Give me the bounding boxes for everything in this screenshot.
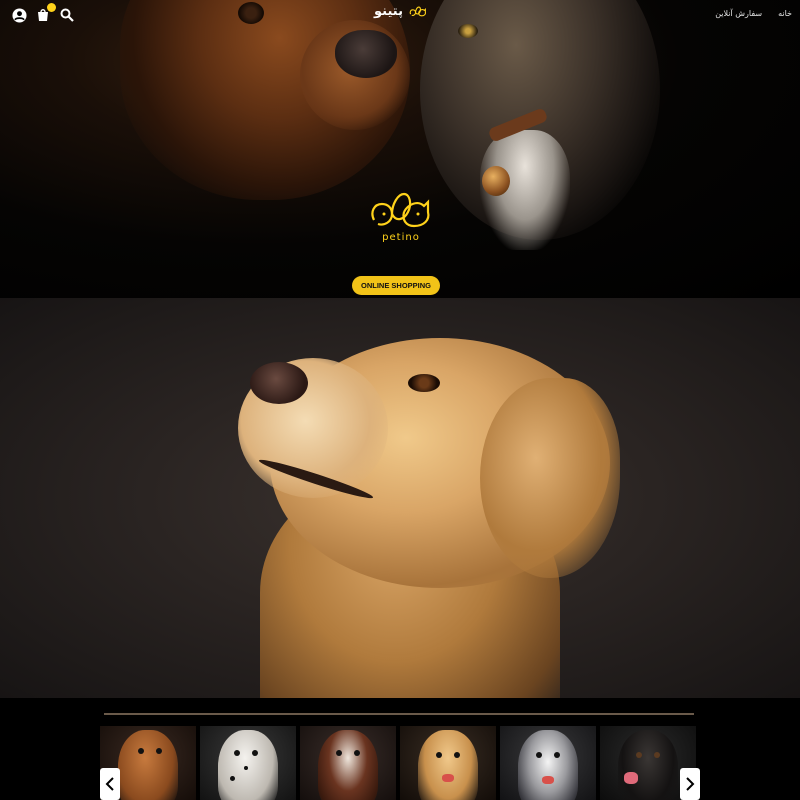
husky-photo bbox=[518, 730, 578, 800]
carousel-item[interactable] bbox=[300, 726, 396, 800]
spaniel-photo bbox=[318, 730, 378, 800]
carousel-dog-eye bbox=[554, 752, 560, 758]
search-icon[interactable] bbox=[58, 6, 76, 24]
header-actions bbox=[10, 3, 76, 24]
carousel-dog-eye bbox=[252, 750, 258, 756]
carousel-dog-eye bbox=[454, 752, 460, 758]
logo-text: petino bbox=[382, 232, 420, 243]
hero-banner: petino ONLINE SHOPPING bbox=[0, 0, 800, 298]
carousel-dog-eye bbox=[354, 750, 360, 756]
carousel-item[interactable] bbox=[400, 726, 496, 800]
carousel-divider bbox=[104, 713, 694, 715]
golden-retriever-ear bbox=[480, 378, 620, 578]
dalmatian-spot bbox=[230, 776, 235, 781]
carousel-dog-eye bbox=[536, 752, 542, 758]
online-shopping-button[interactable]: ONLINE SHOPPING bbox=[352, 276, 440, 295]
brand[interactable]: پتینو bbox=[374, 4, 427, 19]
brand-logo-icon bbox=[409, 6, 426, 16]
carousel-track bbox=[100, 726, 696, 800]
top-navigation: پتینو خانه سفارش آنلاین bbox=[0, 0, 800, 30]
brand-name: پتینو bbox=[374, 4, 403, 19]
carousel-dog-eye bbox=[654, 752, 660, 758]
golden-retriever-nose bbox=[250, 362, 308, 404]
petino-logo-icon bbox=[371, 192, 430, 228]
page: petino ONLINE SHOPPING پتینو خانه سفارش … bbox=[0, 0, 800, 800]
golden-retriever-banner bbox=[0, 298, 800, 698]
carousel-next-button[interactable] bbox=[680, 768, 700, 800]
carousel-item[interactable] bbox=[500, 726, 596, 800]
hero-cat-tag bbox=[482, 166, 510, 196]
nav-link-home[interactable]: خانه bbox=[778, 9, 792, 18]
hero-dog-nose bbox=[335, 30, 397, 78]
carousel-dog-tongue bbox=[442, 774, 454, 782]
carousel-dog-eye bbox=[436, 752, 442, 758]
cart-icon[interactable] bbox=[34, 3, 56, 24]
cart-badge bbox=[47, 3, 56, 12]
carousel-dog-tongue bbox=[624, 772, 638, 784]
carousel-dog-tongue bbox=[542, 776, 554, 784]
dalmatian-spot bbox=[244, 766, 248, 770]
golden-retriever-eye bbox=[408, 374, 440, 392]
golden-retriever-photo bbox=[418, 730, 478, 800]
carousel-dog-eye bbox=[234, 750, 240, 756]
petino-logo: petino bbox=[368, 190, 434, 246]
black-labrador-photo bbox=[618, 730, 678, 800]
carousel-dog-eye bbox=[336, 750, 342, 756]
carousel-prev-button[interactable] bbox=[100, 768, 120, 800]
dalmatian-photo bbox=[218, 730, 278, 800]
nav-link-online-order[interactable]: سفارش آنلاین bbox=[715, 9, 762, 18]
carousel-dog-eye bbox=[636, 752, 642, 758]
carousel-dog-eye bbox=[156, 748, 162, 754]
chevron-left-icon bbox=[105, 777, 114, 791]
user-icon[interactable] bbox=[10, 6, 28, 24]
chevron-right-icon bbox=[686, 777, 695, 791]
main-nav: خانه سفارش آنلاین bbox=[715, 9, 792, 18]
carousel-dog-eye bbox=[138, 748, 144, 754]
boxer-dog-photo bbox=[118, 730, 178, 800]
carousel-item[interactable] bbox=[200, 726, 296, 800]
